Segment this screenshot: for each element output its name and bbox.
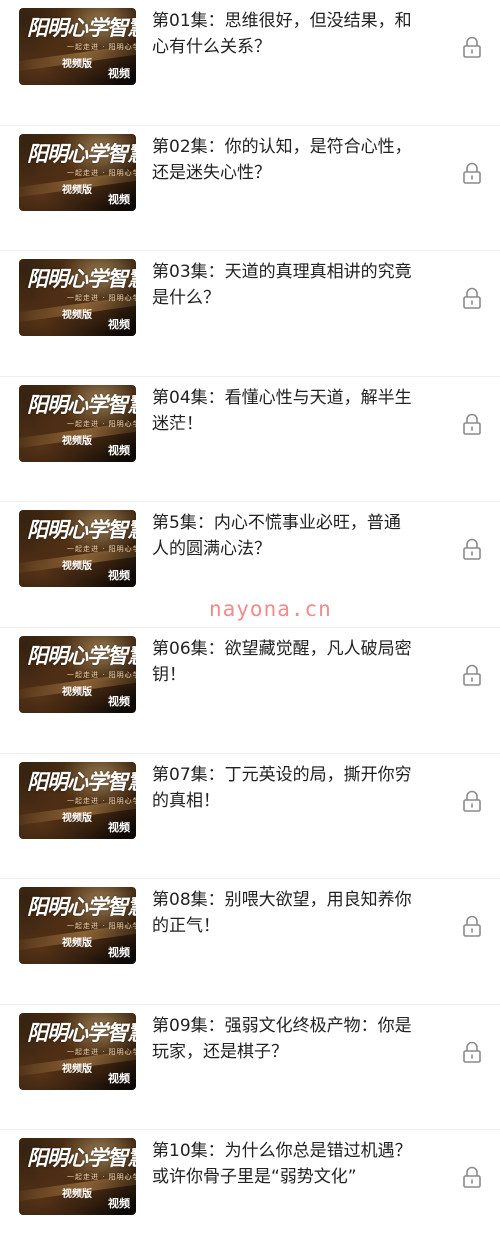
lock-icon[interactable] (462, 790, 482, 812)
thumbnail-subtitle: 一起走进 · 阳明心学 (67, 168, 136, 177)
thumbnail-logo-text: 阳明心学智慧 (27, 266, 136, 292)
episode-thumbnail[interactable]: 阳明心学智慧一起走进 · 阳明心学视频版视频 (19, 761, 136, 839)
thumbnail-edition-label: 视频版 (62, 686, 92, 698)
video-badge: 视频 (108, 318, 130, 332)
lock-icon[interactable] (462, 664, 482, 686)
thumbnail-subtitle: 一起走进 · 阳明心学 (67, 670, 136, 679)
thumbnail-logo-text: 阳明心学智慧 (27, 15, 136, 40)
episode-item[interactable]: 阳明心学智慧 一起走进 · 阳明心学 视频版 视频 第07集：丁元英设的局，撕开你穷的真… (0, 754, 500, 880)
episode-title[interactable]: 第02集：你的认知，是符合心性，还是迷失心性？ (152, 134, 417, 186)
video-badge: 视频 (108, 443, 130, 457)
lock-icon[interactable] (462, 538, 482, 561)
lock-icon[interactable] (462, 915, 482, 937)
thumbnail-edition-label: 视频版 (62, 435, 92, 447)
thumbnail-subtitle: 一起走进 · 阳明心学 (67, 1047, 136, 1056)
thumbnail-logo-text: 阳明心学智慧 (27, 391, 136, 417)
thumbnail-subtitle: 一起走进 · 阳明心学 (67, 419, 136, 428)
episode-title[interactable]: 第04集：看懂心性与天道，解半生迷茫！ (152, 385, 417, 437)
episode-item[interactable]: 阳明心学智慧 一起走进 · 阳明心学 视频版 视频 第09集：强弱文化终极产物：你是玩家… (0, 1005, 500, 1131)
episode-item[interactable]: 阳明心学智慧 一起走进 · 阳明心学 视频版 视频 第02集：你的认知，是符合心性，还是… (0, 126, 500, 252)
thumbnail-logo-text: 阳明心学智慧 (27, 894, 136, 920)
thumbnail-edition-label: 视频版 (62, 1189, 92, 1201)
episode-title[interactable]: 第01集：思维很好，但没结果，和心有什么关系？ (152, 8, 417, 60)
thumbnail-subtitle: 一起走进 · 阳明心学 (67, 43, 136, 51)
episode-thumbnail[interactable]: 阳明心学智慧一起走进 · 阳明心学视频版视频 (19, 1138, 136, 1216)
episode-item[interactable]: 阳明心学智慧 一起走进 · 阳明心学 视频版 视频 第06集：欲望藏觉醒，凡人破局密钥！ (0, 628, 500, 754)
episode-title[interactable]: 第5集：内心不慌事业必旺，普通人的圆满心法？ (152, 510, 417, 562)
episode-item[interactable]: 阳明心学智慧 一起走进 · 阳明心学 视频版 视频 第08集：别喂大欲望，用良知养你的正… (0, 879, 500, 1005)
thumbnail-edition-label: 视频版 (62, 938, 92, 950)
thumbnail-subtitle: 一起走进 · 阳明心学 (67, 545, 136, 554)
lock-icon[interactable] (462, 287, 482, 309)
episode-thumbnail[interactable]: 阳明心学智慧一起走进 · 阳明心学视频版视频 (19, 887, 136, 965)
thumbnail-edition-label: 视频版 (62, 812, 92, 824)
episode-title[interactable]: 第09集：强弱文化终极产物：你是玩家，还是棋子？ (152, 1013, 417, 1065)
thumbnail-subtitle: 一起走进 · 阳明心学 (67, 922, 136, 931)
thumbnail-edition-label: 视频版 (62, 59, 92, 70)
thumbnail-subtitle: 一起走进 · 阳明心学 (67, 796, 136, 805)
video-badge: 视频 (108, 1197, 130, 1211)
lock-icon[interactable] (462, 36, 482, 58)
lock-icon[interactable] (462, 413, 482, 435)
video-badge: 视频 (108, 192, 130, 206)
episode-thumbnail[interactable]: 阳明心学智慧一起走进 · 阳明心学视频版视频 (19, 133, 136, 211)
thumbnail-edition-label: 视频版 (62, 184, 92, 196)
video-badge: 视频 (108, 820, 130, 834)
video-badge: 视频 (108, 694, 130, 708)
episode-item[interactable]: 阳明心学智慧 一起走进 · 阳明心学 视频版 视频 第10集：为什么你总是错过机遇？或许… (0, 1130, 500, 1256)
thumbnail-logo-text: 阳明心学智慧 (27, 768, 136, 794)
video-badge: 视频 (108, 946, 130, 960)
video-badge: 视频 (108, 569, 130, 583)
lock-icon[interactable] (462, 162, 482, 184)
video-badge: 视频 (108, 1071, 130, 1085)
thumbnail-edition-label: 视频版 (62, 310, 92, 322)
episode-item[interactable]: 阳明心学智慧 一起走进 · 阳明心学 视频版 视频 第03集：天道的真理真相讲的究竟是什… (0, 251, 500, 377)
episode-title[interactable]: 第06集：欲望藏觉醒，凡人破局密钥！ (152, 636, 417, 688)
thumbnail-subtitle: 一起走进 · 阳明心学 (67, 1173, 136, 1182)
video-badge: 视频 (108, 67, 130, 80)
episode-title[interactable]: 第10集：为什么你总是错过机遇？或许你骨子里是“弱势文化” (152, 1138, 417, 1190)
thumbnail-subtitle: 一起走进 · 阳明心学 (67, 294, 136, 303)
lock-icon[interactable] (462, 1166, 482, 1189)
thumbnail-logo-text: 阳明心学智慧 (27, 1145, 136, 1171)
episode-thumbnail[interactable]: 阳明心学智慧一起走进 · 阳明心学视频版视频 (19, 259, 136, 337)
episode-thumbnail[interactable]: 阳明心学智慧一起走进 · 阳明心学视频版视频 (19, 8, 136, 85)
episode-list: 阳明心学智慧 一起走进 · 阳明心学 视频版 视频 第01集：思维很好，但没结果，和心有… (0, 0, 500, 1256)
thumbnail-logo-text: 阳明心学智慧 (27, 517, 136, 543)
episode-thumbnail[interactable]: 阳明心学智慧一起走进 · 阳明心学视频版视频 (19, 635, 136, 713)
episode-title[interactable]: 第07集：丁元英设的局，撕开你穷的真相！ (152, 762, 417, 814)
episode-title[interactable]: 第08集：别喂大欲望，用良知养你的正气！ (152, 887, 417, 939)
thumbnail-edition-label: 视频版 (62, 1063, 92, 1075)
thumbnail-logo-text: 阳明心学智慧 (27, 1019, 136, 1045)
watermark: nayona.cn (209, 597, 332, 621)
episode-item[interactable]: 阳明心学智慧 一起走进 · 阳明心学 视频版 视频 第04集：看懂心性与天道，解半生迷茫… (0, 377, 500, 503)
thumbnail-logo-text: 阳明心学智慧 (27, 140, 136, 166)
episode-title[interactable]: 第03集：天道的真理真相讲的究竟是什么？ (152, 259, 417, 311)
thumbnail-edition-label: 视频版 (62, 561, 92, 573)
episode-thumbnail[interactable]: 阳明心学智慧一起走进 · 阳明心学视频版视频 (19, 384, 136, 462)
episode-thumbnail[interactable]: 阳明心学智慧一起走进 · 阳明心学视频版视频 (19, 510, 136, 588)
episode-thumbnail[interactable]: 阳明心学智慧一起走进 · 阳明心学视频版视频 (19, 1012, 136, 1090)
thumbnail-logo-text: 阳明心学智慧 (27, 642, 136, 668)
episode-item[interactable]: 阳明心学智慧 一起走进 · 阳明心学 视频版 视频 第01集：思维很好，但没结果，和心有… (0, 0, 500, 126)
lock-icon[interactable] (462, 1041, 482, 1063)
